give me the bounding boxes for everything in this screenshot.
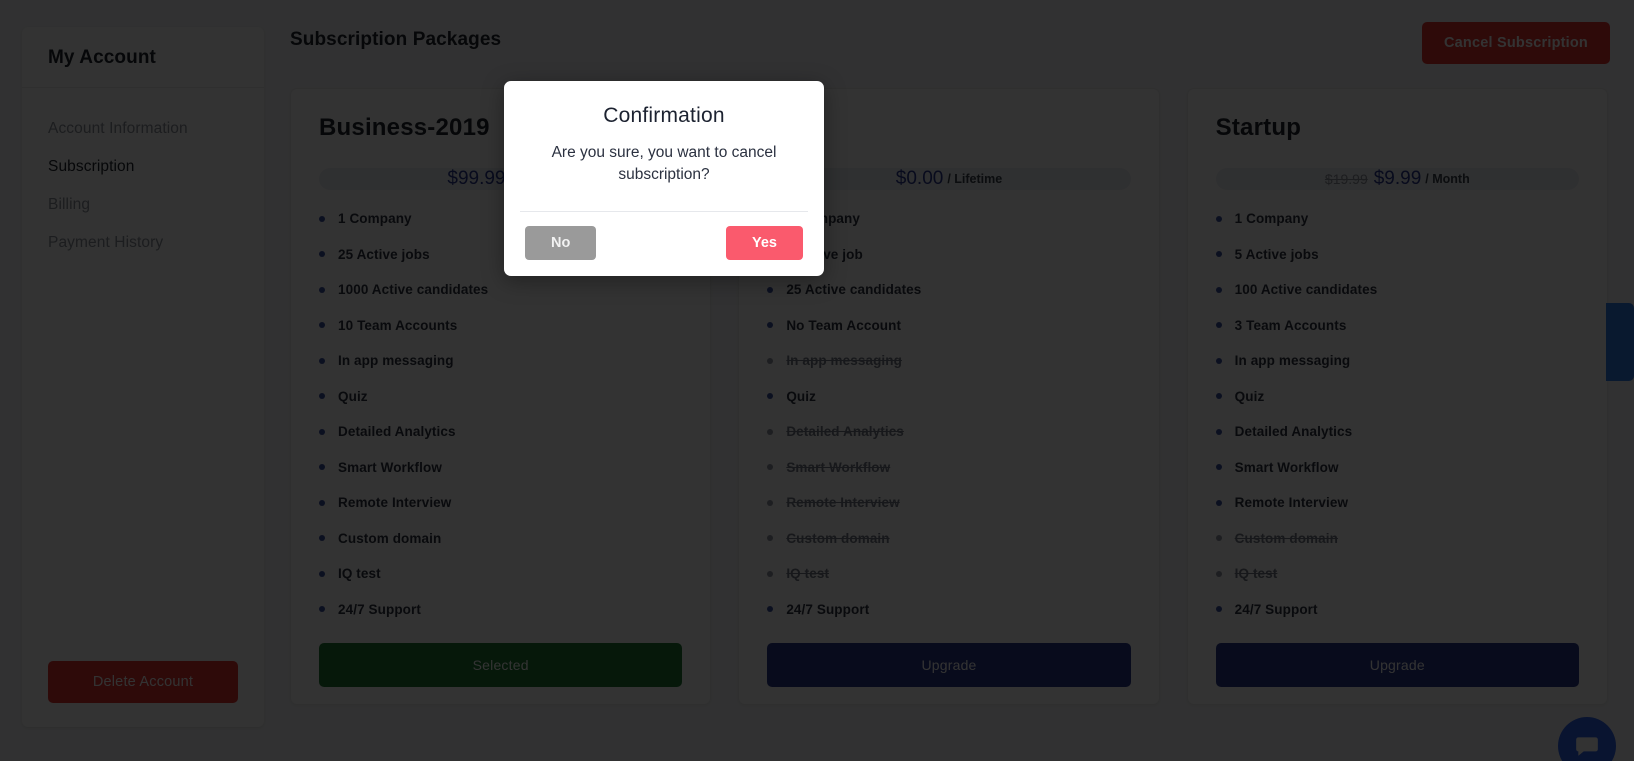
modal-no-button[interactable]: No [525,226,597,260]
modal-title: Confirmation [603,104,725,127]
confirmation-modal: Confirmation Are you sure, you want to c… [504,81,824,276]
modal-message: Are you sure, you want to cancel subscri… [551,144,777,183]
modal-actions: No Yes [519,212,809,276]
modal-yes-button[interactable]: Yes [726,226,803,260]
